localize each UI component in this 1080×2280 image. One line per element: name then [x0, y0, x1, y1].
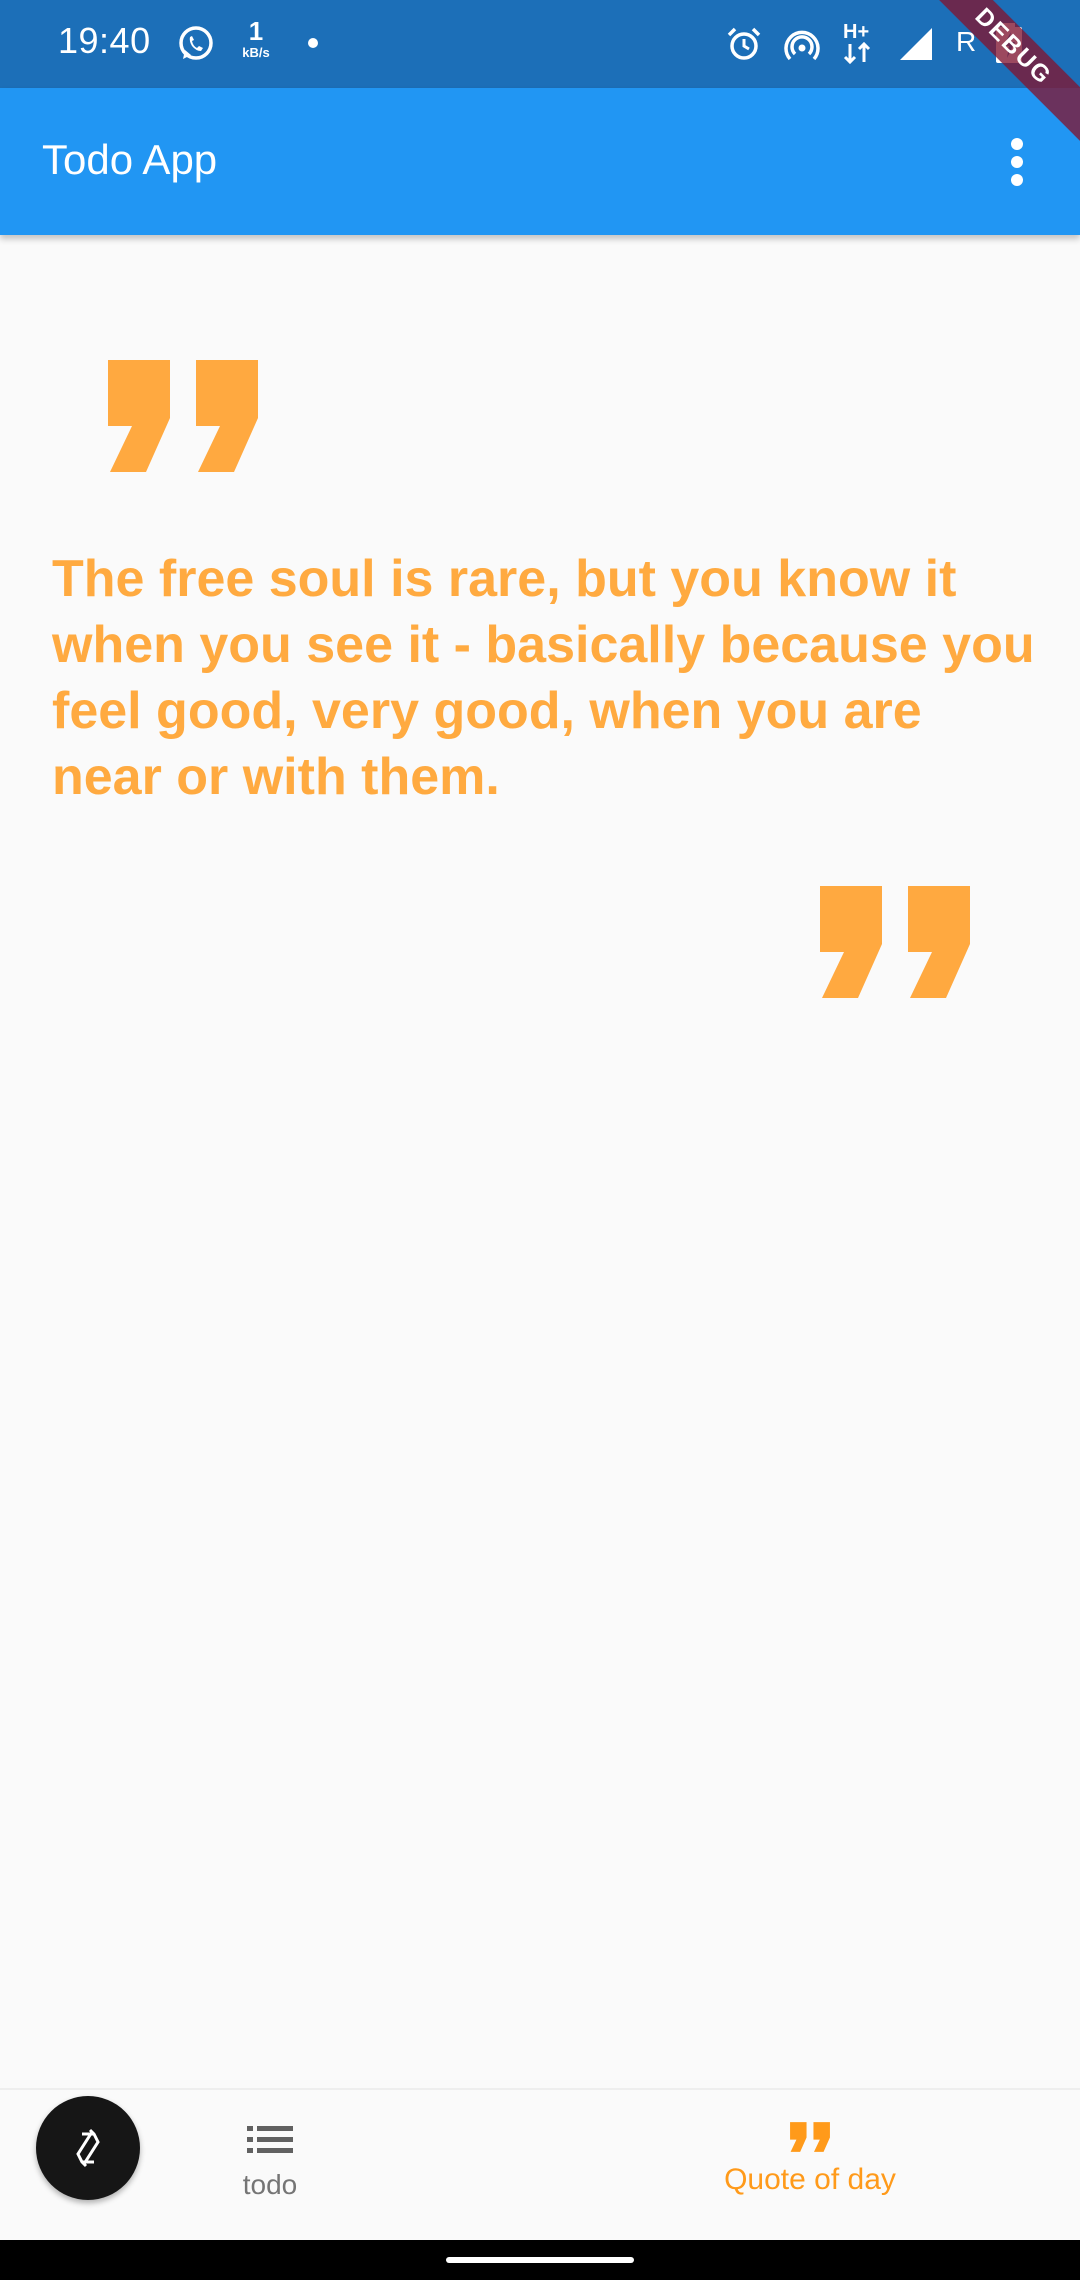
nav-label-todo: todo [242, 2169, 298, 2200]
format-quote-icon [790, 2122, 830, 2152]
quote-text: The free soul is rare, but you know it w… [52, 550, 1035, 806]
quote-close-icon [816, 886, 974, 1003]
page-title: Todo App [42, 136, 218, 183]
net-speed-value: 1 [248, 16, 264, 46]
status-bar: 19:40 1 kB/s H+ R [0, 0, 1080, 88]
h-plus-data-icon: H+ [840, 20, 880, 71]
alarm-icon [726, 26, 762, 67]
quote-open-icon [104, 360, 262, 477]
signal-icon [898, 26, 934, 67]
net-speed: 1 kB/s [238, 18, 274, 59]
list-icon [247, 2126, 293, 2153]
app-bar: Todo App [0, 88, 1080, 235]
hotspot-icon [784, 26, 820, 67]
more-vert-icon[interactable] [985, 124, 1049, 200]
notification-dot-icon [308, 38, 318, 48]
whatsapp-icon [176, 24, 216, 69]
nav-item-todo[interactable]: todo [200, 2122, 340, 2201]
home-handle[interactable] [446, 2257, 634, 2263]
nav-item-quote-of-day[interactable]: Quote of day [680, 2122, 940, 2197]
net-speed-unit: kB/s [242, 45, 270, 60]
svg-text:H+: H+ [843, 21, 869, 43]
refresh-button[interactable] [36, 2096, 140, 2200]
nav-label-quote-of-day: Quote of day [724, 2163, 896, 2196]
refresh-icon [76, 2128, 100, 2168]
status-time: 19:40 [58, 20, 151, 61]
system-nav-bar [0, 2240, 1080, 2280]
